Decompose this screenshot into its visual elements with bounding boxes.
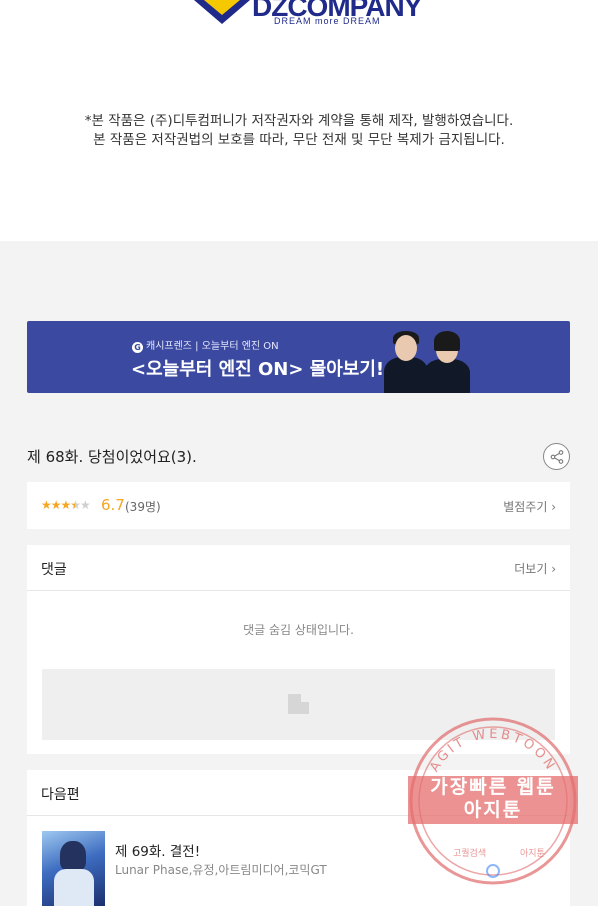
episode-title: 제 68화. 당첨이었어요(3). <box>27 448 197 466</box>
logo-mark-inner-icon <box>204 0 240 15</box>
watermark-banner: 가장빠른 웹툰 아지툰 <box>408 776 578 824</box>
watermark-bottom-left: 고퀄검색 <box>453 847 486 859</box>
next-episode-title: 다음편 <box>41 787 80 803</box>
comments-hidden-message: 댓글 숨김 상태입니다. <box>243 623 354 637</box>
copyright-notice: *본 작품은 (주)디투컴퍼니가 저작권자와 계약을 통해 제작, 발행하였습니… <box>0 112 598 150</box>
cashfriends-icon: G <box>132 342 143 353</box>
banner-small-text: 캐시프렌즈 | 오늘부터 엔진 ON <box>146 341 279 352</box>
logo-tagline: DREAM more DREAM <box>274 16 381 26</box>
watermark-stamp: AGIT WEBTOON 고퀄검색 아지툰 가장빠른 웹툰 아지툰 <box>408 716 578 886</box>
rating-card: ★★★★★ 6.7 (39명) 별점주기 › <box>27 482 570 529</box>
comments-more-button[interactable]: 더보기 › <box>514 560 556 577</box>
rate-button[interactable]: 별점주기 › <box>503 498 556 515</box>
copyright-line-1: *본 작품은 (주)디투컴퍼니가 저작권자와 계약을 통해 제작, 발행하였습니… <box>84 113 514 129</box>
share-icon <box>550 450 564 464</box>
promo-banner[interactable]: G 캐시프렌즈 | 오늘부터 엔진 ON <오늘부터 엔진 ON> 몰아보기! <box>27 321 570 393</box>
star-filled-icon: ★★★ <box>41 498 71 512</box>
comments-title: 댓글 <box>41 562 67 578</box>
star-half-icon: ★ <box>70 498 81 512</box>
watermark-line-2: 아지툰 <box>463 799 523 821</box>
rating-count: (39명) <box>125 500 161 514</box>
placeholder-image-icon <box>288 694 309 714</box>
comments-header: 댓글 더보기 › <box>27 545 570 591</box>
rating-stars: ★★★★★ <box>41 498 91 512</box>
banner-caption: G 캐시프렌즈 | 오늘부터 엔진 ON <box>132 337 279 353</box>
share-button[interactable] <box>543 443 570 470</box>
next-episode-thumbnail <box>42 831 105 906</box>
banner-characters-image <box>362 321 472 393</box>
star-empty-icon: ★ <box>80 498 91 512</box>
next-episode-item-title: 제 69화. 결전! <box>115 844 201 860</box>
watermark-bottom-right: 아지툰 <box>520 848 545 859</box>
next-episode-authors: Lunar Phase,유정,아트림미디어,코믹GT <box>115 863 327 877</box>
copyright-line-2: 본 작품은 저작권법의 보호를 따라, 무단 전재 및 무단 복제가 금지됩니다… <box>93 132 505 148</box>
watermark-line-1: 가장빠른 웹툰 <box>430 776 556 798</box>
publisher-section: DZCOMPANY DREAM more DREAM *본 작품은 (주)디투컴… <box>0 0 598 241</box>
publisher-logo: DZCOMPANY DREAM more DREAM <box>190 0 422 30</box>
banner-headline: <오늘부터 엔진 ON> 몰아보기! <box>131 359 385 380</box>
rating-score: 6.7 <box>101 496 125 514</box>
